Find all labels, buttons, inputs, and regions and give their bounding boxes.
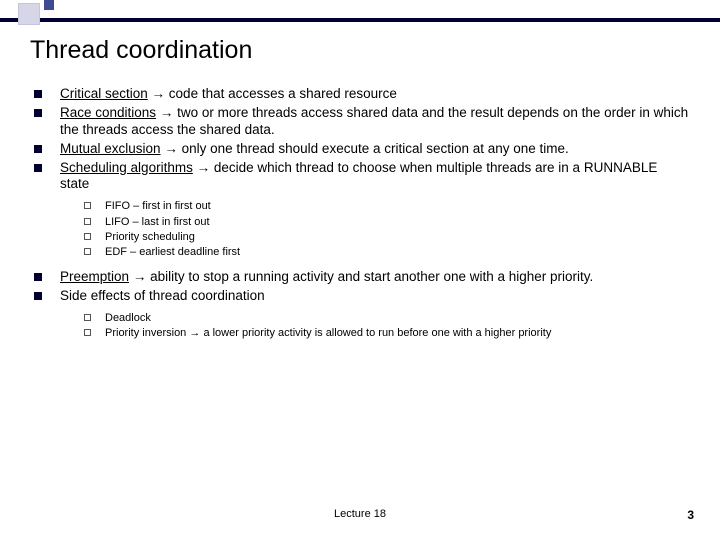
sub-bullet-icon [84, 233, 91, 240]
main-bullet-list: Critical section → code that accesses a … [34, 86, 690, 193]
sub-bullet-icon [84, 248, 91, 255]
sub-item: EDF – earliest deadline first [84, 245, 690, 260]
bullet-icon [34, 292, 42, 300]
bullet-icon [34, 164, 42, 172]
sub-item: FIFO – first in first out [84, 199, 690, 214]
sub-bullet-icon [84, 202, 91, 209]
sub-item: Priority scheduling [84, 230, 690, 245]
bullet-item: Race conditions → two or more threads ac… [34, 105, 690, 139]
bullet-item: Critical section → code that accesses a … [34, 86, 690, 103]
bullet-icon [34, 90, 42, 98]
sub-text: FIFO – first in first out [105, 199, 211, 214]
bullet-text: Race conditions → two or more threads ac… [60, 105, 690, 139]
page-number: 3 [687, 508, 694, 522]
sub-text: EDF – earliest deadline first [105, 245, 240, 260]
sub-bullet-icon [84, 329, 91, 336]
slide-title: Thread coordination [30, 36, 252, 65]
bullet-item: Scheduling algorithms → decide which thr… [34, 160, 690, 194]
bullet-text: Side effects of thread coordination [60, 288, 690, 305]
sub-item: LIFO – last in first out [84, 215, 690, 230]
sub-text: Priority scheduling [105, 230, 195, 245]
bullet-text: Preemption → ability to stop a running a… [60, 269, 690, 286]
sub-bullet-icon [84, 218, 91, 225]
decor-square-large [18, 3, 40, 25]
sideeffects-sublist: Deadlock Priority inversion → a lower pr… [84, 311, 690, 342]
sub-item: Deadlock [84, 311, 690, 326]
sub-text: LIFO – last in first out [105, 215, 210, 230]
sub-text: Priority inversion → a lower priority ac… [105, 326, 551, 341]
bullet-icon [34, 145, 42, 153]
bullet-text: Mutual exclusion → only one thread shoul… [60, 141, 690, 158]
bullet-icon [34, 109, 42, 117]
bullet-item: Side effects of thread coordination [34, 288, 690, 305]
scheduling-sublist: FIFO – first in first out LIFO – last in… [84, 199, 690, 261]
footer-lecture: Lecture 18 [0, 508, 720, 520]
bullet-text: Scheduling algorithms → decide which thr… [60, 160, 690, 194]
decor-square-small [44, 0, 54, 10]
bullet-item: Mutual exclusion → only one thread shoul… [34, 141, 690, 158]
bullet-icon [34, 273, 42, 281]
sub-item: Priority inversion → a lower priority ac… [84, 326, 690, 341]
sub-text: Deadlock [105, 311, 151, 326]
bullet-item: Preemption → ability to stop a running a… [34, 269, 690, 286]
bullet-text: Critical section → code that accesses a … [60, 86, 690, 103]
main-bullet-list-2: Preemption → ability to stop a running a… [34, 269, 690, 305]
sub-bullet-icon [84, 314, 91, 321]
slide-content: Critical section → code that accesses a … [34, 86, 690, 349]
slide-top-decoration [0, 0, 720, 26]
top-bar [0, 18, 720, 22]
